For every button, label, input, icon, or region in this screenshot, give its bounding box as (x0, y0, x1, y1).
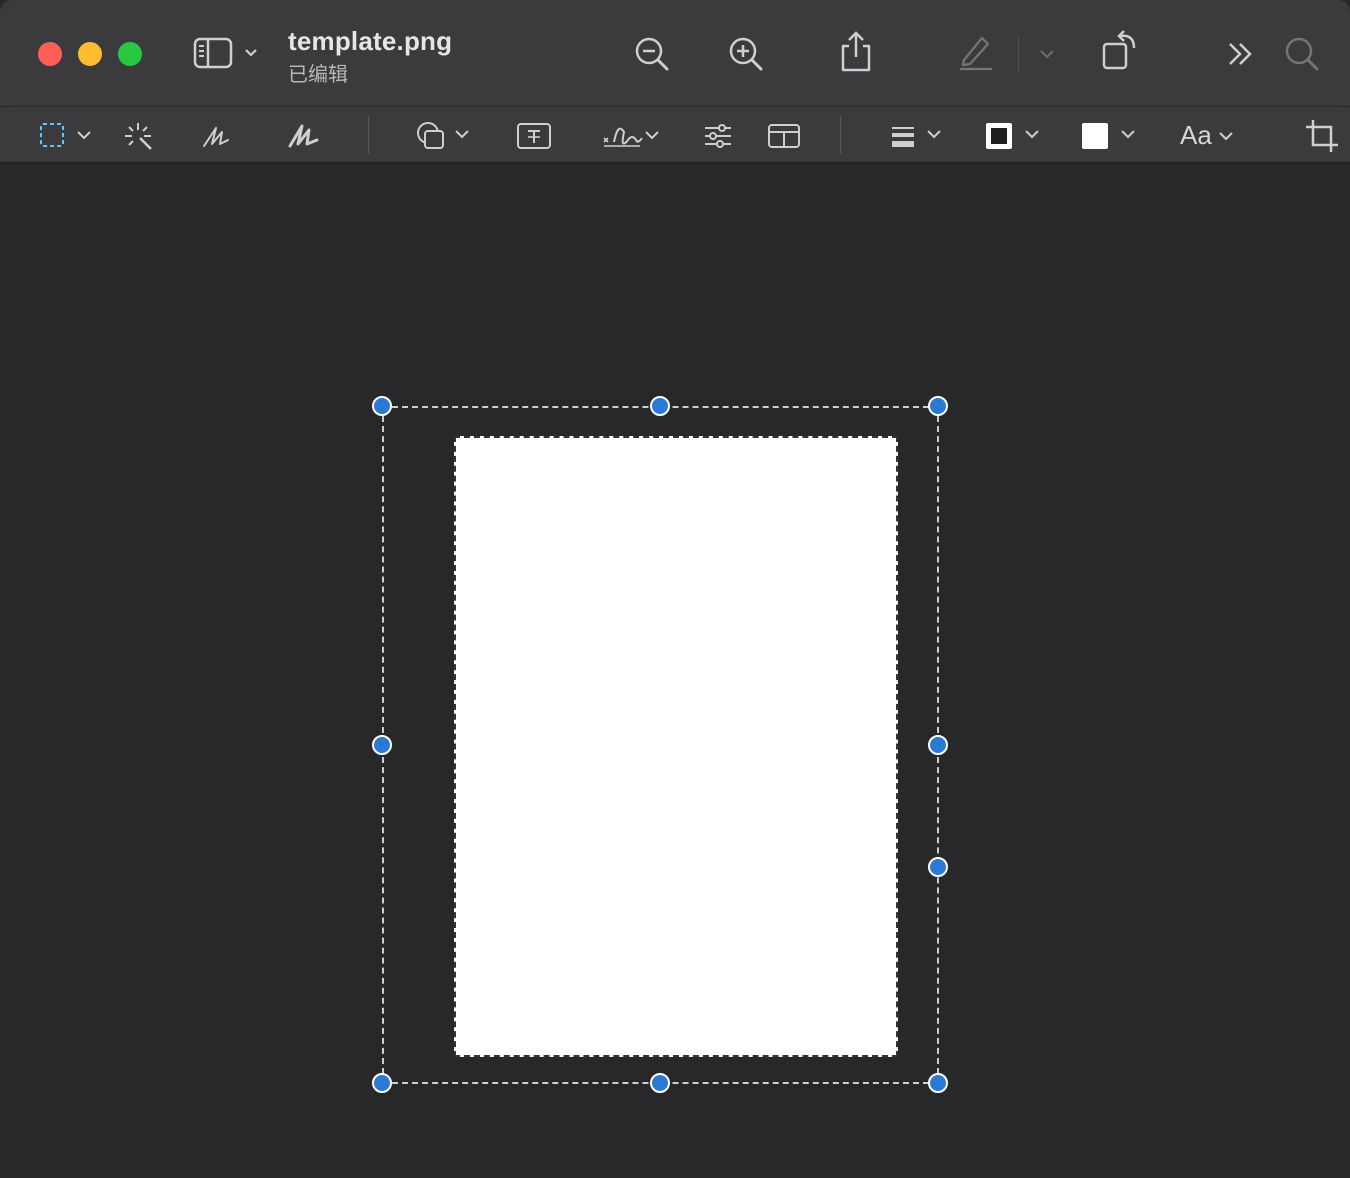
maximize-button[interactable] (118, 42, 142, 66)
border-color-icon (986, 123, 1039, 149)
shape-style-button[interactable] (888, 118, 946, 154)
sketch-icon (203, 127, 229, 147)
resize-handle-top[interactable] (650, 396, 670, 416)
resize-handle-left[interactable] (372, 735, 392, 755)
line-weight-icon (892, 127, 941, 147)
search-icon (1285, 37, 1319, 71)
text-tool-button[interactable] (514, 118, 554, 154)
resize-handle-top-left[interactable] (372, 396, 392, 416)
zoom-out-icon (635, 37, 669, 71)
close-button[interactable] (38, 42, 62, 66)
rotate-icon (1102, 30, 1136, 70)
adjust-color-button[interactable] (700, 118, 736, 154)
markup-button[interactable] (956, 32, 996, 72)
resize-handle-top-right[interactable] (928, 396, 948, 416)
adjust-size-button[interactable] (764, 118, 804, 154)
share-icon (841, 31, 871, 72)
draw-icon (288, 124, 319, 148)
fill-color-button[interactable] (1078, 118, 1140, 154)
zoom-in-button[interactable] (726, 34, 766, 74)
chevron-down-icon (1219, 131, 1233, 140)
search-button[interactable] (1282, 34, 1322, 74)
resize-handle-right-extra[interactable] (928, 857, 948, 877)
font-label: Aa (1180, 120, 1212, 150)
text-style-button[interactable]: Aa (1180, 120, 1236, 151)
resize-icon (768, 124, 800, 148)
pencil-icon (960, 36, 992, 71)
document-status: 已编辑 (288, 64, 348, 86)
zoom-out-button[interactable] (632, 34, 672, 74)
resize-handle-bottom-left[interactable] (372, 1073, 392, 1093)
toolbar-separator (840, 116, 841, 154)
document-title[interactable]: template.png (288, 26, 452, 57)
resize-handle-bottom[interactable] (650, 1073, 670, 1093)
fill-color-icon (1082, 123, 1135, 149)
more-tools-button[interactable] (1224, 38, 1258, 70)
signature-icon (603, 127, 659, 147)
magic-wand-icon (125, 123, 152, 150)
rotate-button[interactable] (1098, 28, 1142, 72)
chevron-down-icon (1040, 50, 1054, 59)
chevron-double-right-icon (1229, 43, 1252, 65)
rectangular-selection-icon (40, 123, 91, 147)
border-color-button[interactable] (982, 118, 1044, 154)
sliders-icon (705, 124, 731, 148)
white-rectangle-shape[interactable] (454, 436, 898, 1057)
crop-button[interactable] (1302, 116, 1342, 156)
instant-alpha-button[interactable] (120, 118, 156, 154)
toolbar-separator (1018, 36, 1019, 74)
shapes-icon (417, 122, 469, 149)
share-button[interactable] (836, 30, 876, 74)
crop-icon (1306, 120, 1338, 152)
toolbar-divider (14, 106, 1338, 107)
text-box-icon (517, 123, 551, 149)
draw-tool-button[interactable] (284, 118, 324, 154)
markup-dropdown-button[interactable] (1036, 44, 1058, 64)
resize-handle-right[interactable] (928, 735, 948, 755)
minimize-button[interactable] (78, 42, 102, 66)
sign-button[interactable] (600, 116, 664, 156)
sidebar-icon (193, 37, 257, 69)
zoom-in-icon (729, 37, 763, 71)
selection-tool-button[interactable] (36, 120, 96, 152)
sidebar-toggle-button[interactable] (192, 36, 264, 72)
shapes-button[interactable] (414, 118, 474, 154)
preview-window: template.png 已编辑 Aa (0, 0, 1350, 1178)
sketch-tool-button[interactable] (198, 118, 236, 154)
resize-handle-bottom-right[interactable] (928, 1073, 948, 1093)
toolbar-separator (368, 116, 369, 154)
